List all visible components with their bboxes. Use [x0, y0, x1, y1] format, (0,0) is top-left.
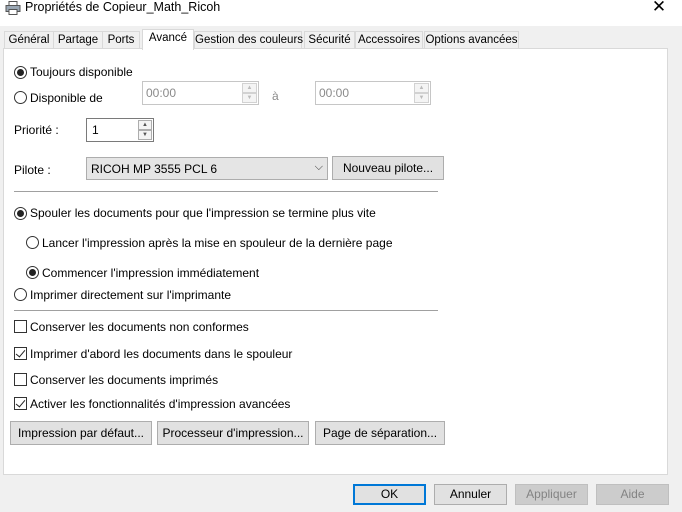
driver-label: Pilote : [14, 163, 51, 177]
priority-stepper[interactable]: 1 ▲ ▼ [86, 118, 154, 142]
available-from-label: Disponible de [30, 91, 103, 105]
from-time-up-icon[interactable]: ▲ [242, 83, 257, 93]
driver-select[interactable]: RICOH MP 3555 PCL 6 ⌵ [86, 157, 328, 180]
advanced-features-checkbox[interactable] [14, 397, 27, 410]
keep-printed-checkbox[interactable] [14, 373, 27, 386]
spool-label: Spouler les documents pour que l'impress… [30, 206, 376, 220]
hold-mismatched-label: Conserver les documents non conformes [30, 320, 249, 334]
tab-accessories[interactable]: Accessoires [355, 31, 423, 49]
hold-mismatched-checkbox[interactable] [14, 320, 27, 333]
cancel-button[interactable]: Annuler [434, 484, 507, 505]
title-bar: Propriétés de Copieur_Math_Ricoh ✕ [0, 0, 682, 26]
driver-selected: RICOH MP 3555 PCL 6 [91, 162, 218, 176]
from-time-value: 00:00 [146, 86, 177, 100]
tab-color-management[interactable]: Gestion des couleurs [194, 31, 303, 49]
always-available-radio[interactable] [14, 66, 27, 79]
spool-radio[interactable] [14, 207, 27, 220]
to-time-value: 00:00 [319, 86, 350, 100]
advanced-panel: Toujours disponible Disponible de 00:00 … [3, 48, 668, 475]
priority-up-icon[interactable]: ▲ [138, 120, 152, 130]
priority-down-icon[interactable]: ▼ [138, 130, 152, 140]
to-time-up-icon[interactable]: ▲ [414, 83, 429, 93]
to-time-field[interactable]: 00:00 ▲ ▼ [315, 81, 431, 105]
new-driver-button[interactable]: Nouveau pilote... [332, 156, 444, 180]
spooled-first-checkbox[interactable] [14, 347, 27, 360]
apply-button[interactable]: Appliquer [515, 484, 588, 505]
from-time-field[interactable]: 00:00 ▲ ▼ [142, 81, 259, 105]
print-processor-button[interactable]: Processeur d'impression... [157, 421, 309, 445]
tab-security[interactable]: Sécurité [304, 31, 355, 49]
tab-advanced[interactable]: Avancé [142, 29, 194, 50]
printing-defaults-button[interactable]: Impression par défaut... [10, 421, 152, 445]
separator-page-button[interactable]: Page de séparation... [315, 421, 445, 445]
printer-icon [5, 1, 21, 15]
tab-sharing[interactable]: Partage [53, 31, 103, 49]
after-last-page-label: Lancer l'impression après la mise en spo… [42, 236, 393, 250]
priority-value: 1 [92, 123, 99, 137]
ok-button[interactable]: OK [353, 484, 426, 505]
keep-printed-label: Conserver les documents imprimés [30, 373, 219, 387]
separator [14, 191, 438, 192]
always-available-label: Toujours disponible [30, 65, 133, 79]
tab-general[interactable]: Général [4, 31, 54, 49]
to-label: à [272, 89, 279, 103]
immediately-radio[interactable] [26, 266, 39, 279]
window-title: Propriétés de Copieur_Math_Ricoh [25, 0, 221, 14]
spooled-first-label: Imprimer d'abord les documents dans le s… [30, 347, 293, 361]
after-last-page-radio[interactable] [26, 236, 39, 249]
tab-advanced-options[interactable]: Options avancées [424, 31, 519, 49]
available-from-radio[interactable] [14, 91, 27, 104]
chevron-down-icon: ⌵ [314, 161, 323, 173]
advanced-features-label: Activer les fonctionnalités d'impression… [30, 397, 291, 411]
close-button[interactable]: ✕ [636, 0, 682, 18]
immediately-label: Commencer l'impression immédiatement [42, 266, 260, 280]
direct-print-label: Imprimer directement sur l'imprimante [30, 288, 232, 302]
from-time-down-icon[interactable]: ▼ [242, 93, 257, 103]
to-time-down-icon[interactable]: ▼ [414, 93, 429, 103]
priority-label: Priorité : [14, 123, 59, 137]
separator [14, 310, 438, 311]
tab-ports[interactable]: Ports [102, 31, 140, 49]
direct-print-radio[interactable] [14, 288, 27, 301]
help-button[interactable]: Aide [596, 484, 669, 505]
